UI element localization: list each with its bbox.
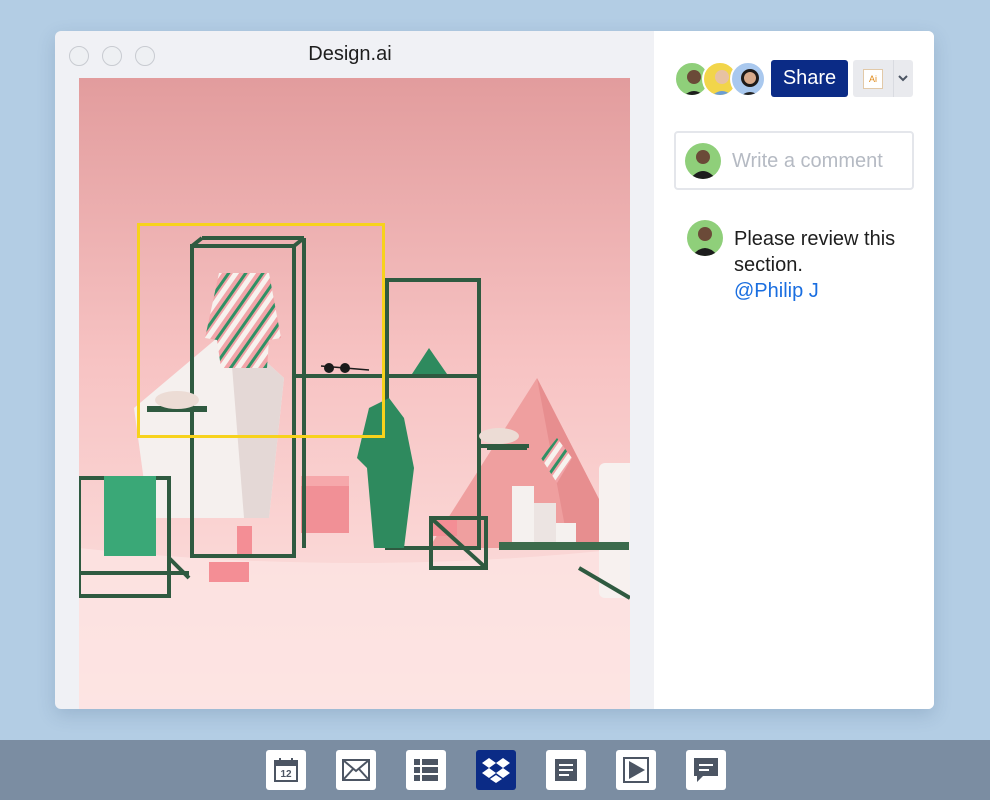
window-title: Design.ai: [308, 43, 392, 65]
comment-body: Please review this section. @Philip J: [734, 226, 914, 304]
calendar-date: 12: [280, 769, 292, 780]
dock-item-mail[interactable]: [336, 750, 376, 790]
document-icon: [555, 759, 577, 781]
fashion-display-illustration: [79, 78, 630, 709]
dock-item-video[interactable]: [616, 750, 656, 790]
app-window: Design.ai Share Ai Write a comment Pleas…: [55, 31, 934, 709]
chat-icon: [694, 758, 718, 782]
illustrator-file-icon: Ai: [863, 69, 883, 89]
dock-item-calendar[interactable]: 12: [266, 750, 306, 790]
comment-composer[interactable]: [674, 131, 914, 190]
calendar-icon: 12: [274, 758, 298, 782]
user-mention[interactable]: @Philip J: [734, 278, 914, 304]
dropbox-icon: [482, 758, 510, 783]
comment-text: Please review this section.: [734, 228, 896, 276]
design-canvas[interactable]: [79, 78, 630, 709]
file-type-dropdown[interactable]: Ai: [853, 60, 913, 97]
comment-input[interactable]: [732, 147, 908, 175]
avatar: [687, 220, 723, 256]
dock-item-document[interactable]: [546, 750, 586, 790]
dropdown-divider: [893, 60, 894, 97]
chevron-down-icon: [898, 75, 908, 82]
list-icon: [414, 759, 438, 781]
mail-icon: [342, 759, 370, 781]
avatar[interactable]: [730, 61, 766, 97]
collaborator-avatars[interactable]: [674, 61, 766, 97]
dock-item-messages[interactable]: [686, 750, 726, 790]
play-icon: [623, 757, 649, 783]
avatar: [685, 143, 721, 179]
dock: 12: [0, 740, 990, 800]
comments-panel: Share Ai Write a comment Please review t…: [654, 31, 934, 709]
dock-item-list[interactable]: [406, 750, 446, 790]
share-button[interactable]: Share: [771, 60, 848, 97]
dock-item-dropbox[interactable]: [476, 750, 516, 790]
